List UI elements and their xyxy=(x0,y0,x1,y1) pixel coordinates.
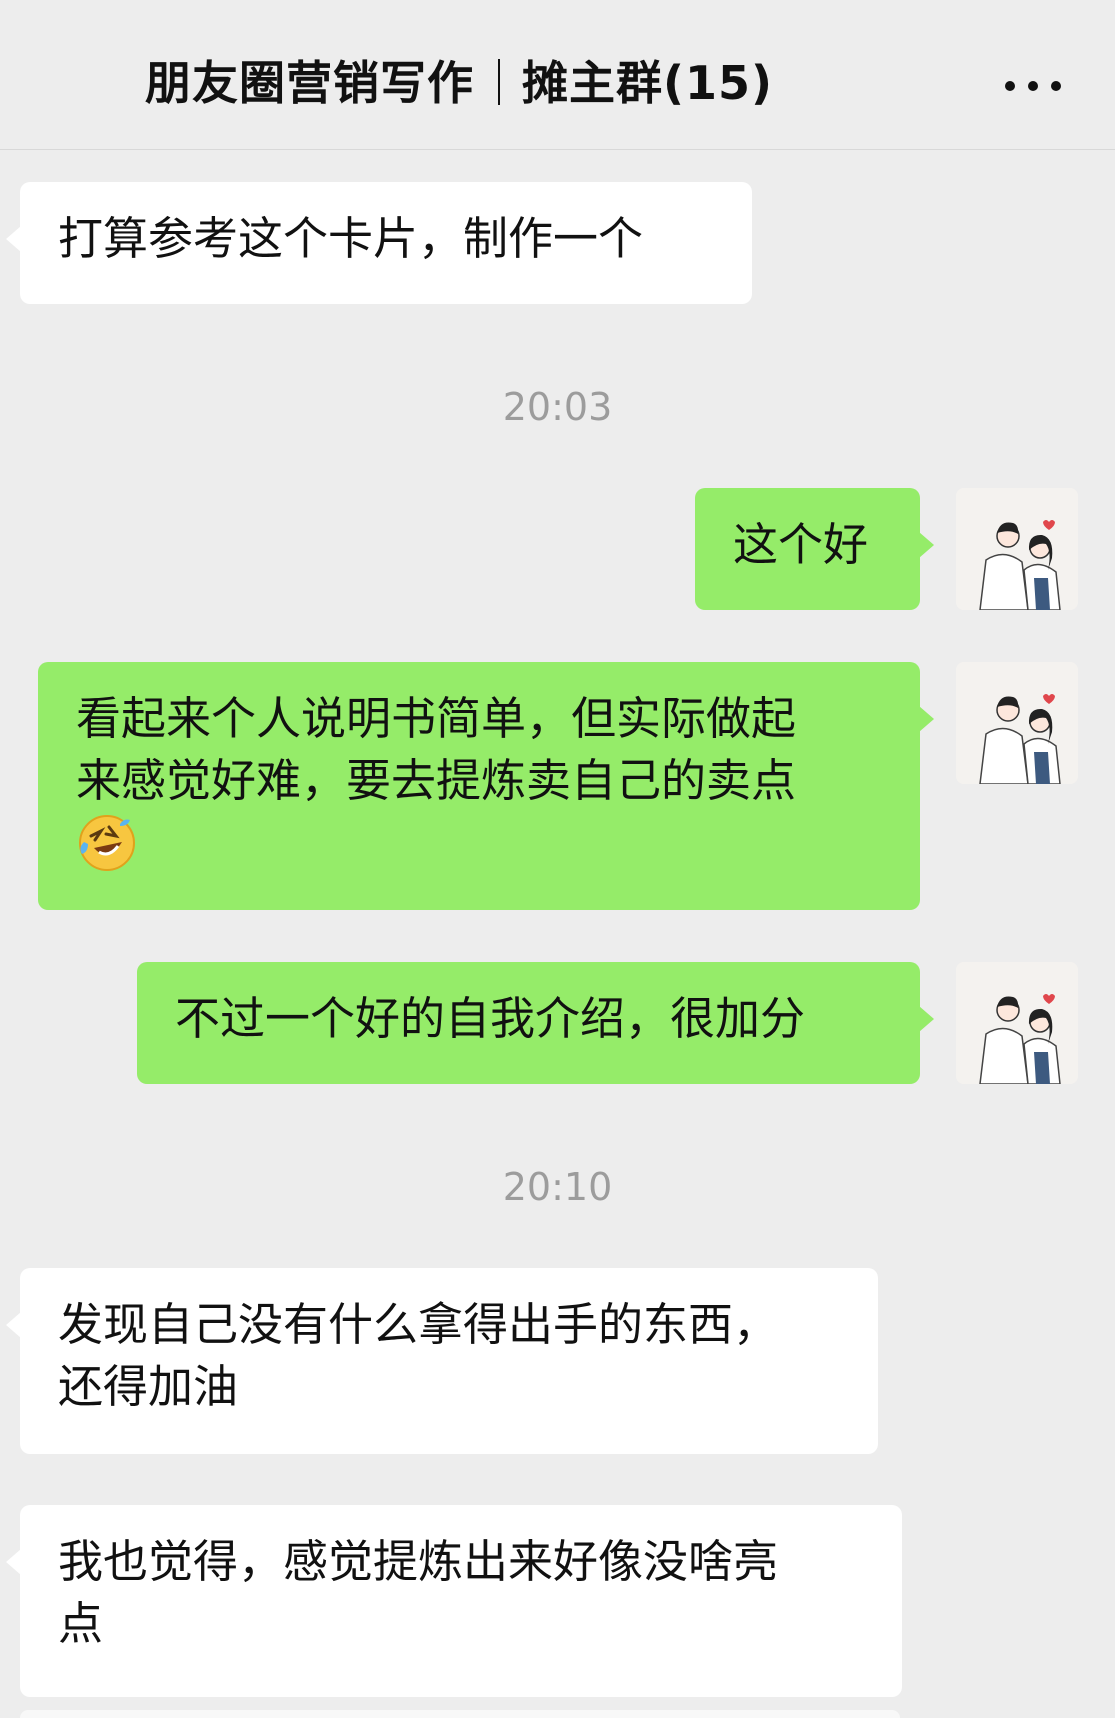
message-text-line: 点 xyxy=(58,1597,104,1650)
chat-header: 朋友圈营销写作 摊主群(15) xyxy=(0,0,1115,150)
message-bubble-outgoing[interactable]: 不过一个好的自我介绍，很加分 xyxy=(137,962,934,1084)
couple-avatar-icon xyxy=(956,962,1078,1084)
dot xyxy=(1028,81,1038,91)
message-bubble-outgoing[interactable]: 看起来个人说明书简单，但实际做起 来感觉好难，要去提炼卖自己的卖点 xyxy=(38,662,934,910)
user-avatar[interactable] xyxy=(956,488,1078,610)
message-bubble-incoming[interactable]: 打算参考这个卡片，制作一个 xyxy=(6,182,752,304)
message-text-line: 发现自己没有什么拿得出手的东西， xyxy=(58,1298,779,1351)
chat-title: 朋友圈营销写作 摊主群(15) xyxy=(145,52,773,114)
chat-title-name: 朋友圈营销写作 xyxy=(145,56,474,110)
message-bubble-incoming[interactable]: 我也觉得，感觉提炼出来好像没啥亮 点 xyxy=(6,1505,902,1697)
timestamp: 20:03 xyxy=(502,385,613,429)
message-bubble-outgoing[interactable]: 这个好 xyxy=(695,488,934,610)
couple-avatar-icon xyxy=(956,488,1078,610)
more-dots-icon[interactable] xyxy=(1005,66,1061,106)
title-divider xyxy=(498,59,500,105)
message-text: 打算参考这个卡片，制作一个 xyxy=(58,212,644,265)
couple-avatar-icon xyxy=(956,662,1078,784)
rofl-emoji-icon xyxy=(79,815,135,871)
message-text: 这个好 xyxy=(733,518,869,571)
dot xyxy=(1051,81,1061,91)
message-text-line: 看起来个人说明书简单，但实际做起 xyxy=(76,692,797,745)
message-bubble-partial xyxy=(20,1710,900,1718)
message-text-line: 来感觉好难，要去提炼卖自己的卖点 xyxy=(76,754,797,807)
message-text: 不过一个好的自我介绍，很加分 xyxy=(175,992,806,1045)
rofl-emoji xyxy=(76,812,882,874)
message-text-line: 我也觉得，感觉提炼出来好像没啥亮 xyxy=(58,1535,779,1588)
timestamp: 20:10 xyxy=(502,1165,613,1209)
user-avatar[interactable] xyxy=(956,662,1078,784)
dot xyxy=(1005,81,1015,91)
chat-title-group: 摊主群(15) xyxy=(522,56,774,110)
message-bubble-incoming[interactable]: 发现自己没有什么拿得出手的东西， 还得加油 xyxy=(6,1268,878,1454)
user-avatar[interactable] xyxy=(956,962,1078,1084)
message-text-line: 还得加油 xyxy=(58,1360,239,1413)
